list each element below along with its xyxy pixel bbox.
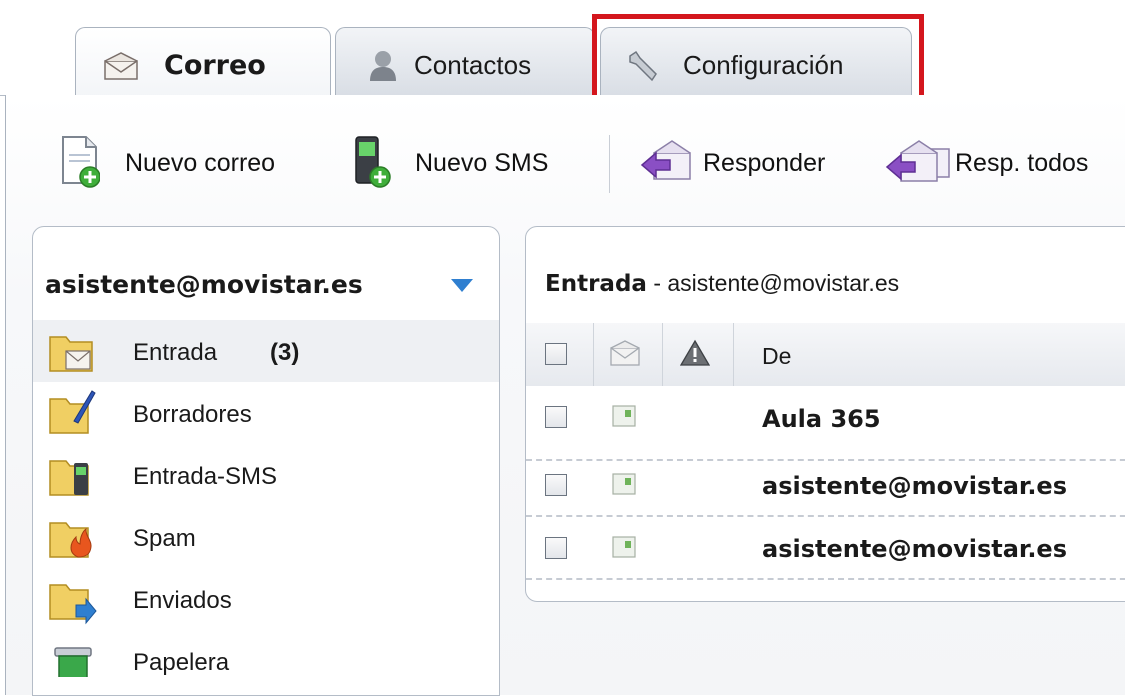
folder-label: Entrada-SMS [133,463,278,490]
sms-folder-icon [49,460,89,496]
tab-contactos-label: Contactos [414,50,532,80]
trash-icon [54,647,92,677]
folder-label: Borradores [133,401,252,428]
select-all-checkbox[interactable] [545,343,567,365]
unread-count: (3) [270,339,300,366]
chevron-down-icon[interactable] [451,279,473,292]
row-divider [526,459,1125,461]
sidebar-item-spam[interactable]: Spam [33,506,499,568]
message-checkbox[interactable] [545,474,567,496]
current-folder-name: Entrada [545,271,647,297]
envelope-icon [104,52,138,80]
current-account: asistente@movistar.es [667,270,900,296]
sidebar-item-borradores[interactable]: Borradores [33,382,499,444]
sent-folder-icon [49,584,97,625]
row-divider [526,515,1125,517]
reply-icon [640,140,691,180]
inbox-folder-icon [49,336,93,372]
reply-label: Responder [703,149,826,177]
sidebar-item-enviados[interactable]: Enviados [33,568,499,630]
reply-button[interactable]: Responder [635,133,860,191]
tab-contactos[interactable]: Contactos [335,27,595,95]
column-divider [662,323,663,386]
account-name[interactable]: asistente@movistar.es [45,270,363,299]
reply-all-icon [885,140,950,182]
new-sms-label: Nuevo SMS [415,149,549,177]
folder-label: Spam [133,525,196,552]
folder-label: Papelera [133,649,230,676]
message-sender[interactable]: Aula 365 [762,405,881,433]
sidebar-item-entrada[interactable]: Entrada (3) [33,320,499,382]
envelope-icon[interactable] [610,340,640,366]
message-sender[interactable]: asistente@movistar.es [762,535,1067,563]
warning-icon[interactable] [680,339,710,367]
folder-label: Entrada [133,339,218,366]
message-icon [612,473,636,495]
message-sender[interactable]: asistente@movistar.es [762,472,1067,500]
message-icon [612,405,636,427]
new-sms-button[interactable]: Nuevo SMS [345,133,585,191]
message-checkbox[interactable] [545,537,567,559]
sidebar-item-papelera[interactable]: Papelera [33,630,499,677]
column-divider [733,323,734,386]
reply-all-label: Resp. todos [955,149,1089,177]
sidebar-item-entrada-sms[interactable]: Entrada-SMS [33,444,499,506]
column-header-from[interactable]: De [762,343,791,370]
tab-correo-label: Correo [164,50,266,81]
tab-correo[interactable]: Correo [75,27,331,97]
new-document-icon [62,136,100,188]
drafts-folder-icon [49,390,96,434]
message-checkbox[interactable] [545,406,567,428]
message-icon [612,536,636,558]
new-mail-label: Nuevo correo [125,149,276,177]
new-mail-button[interactable]: Nuevo correo [55,133,325,191]
column-divider [593,323,594,386]
spam-folder-icon [49,522,92,558]
list-title: Entrada - asistente@movistar.es [545,270,899,297]
toolbar-separator [609,135,610,193]
folder-label: Enviados [133,587,232,614]
reply-all-button[interactable]: Resp. todos [880,133,1125,191]
person-icon [370,51,396,81]
mobile-phone-icon [355,136,391,188]
title-separator: - [646,270,668,296]
row-divider [526,578,1125,580]
